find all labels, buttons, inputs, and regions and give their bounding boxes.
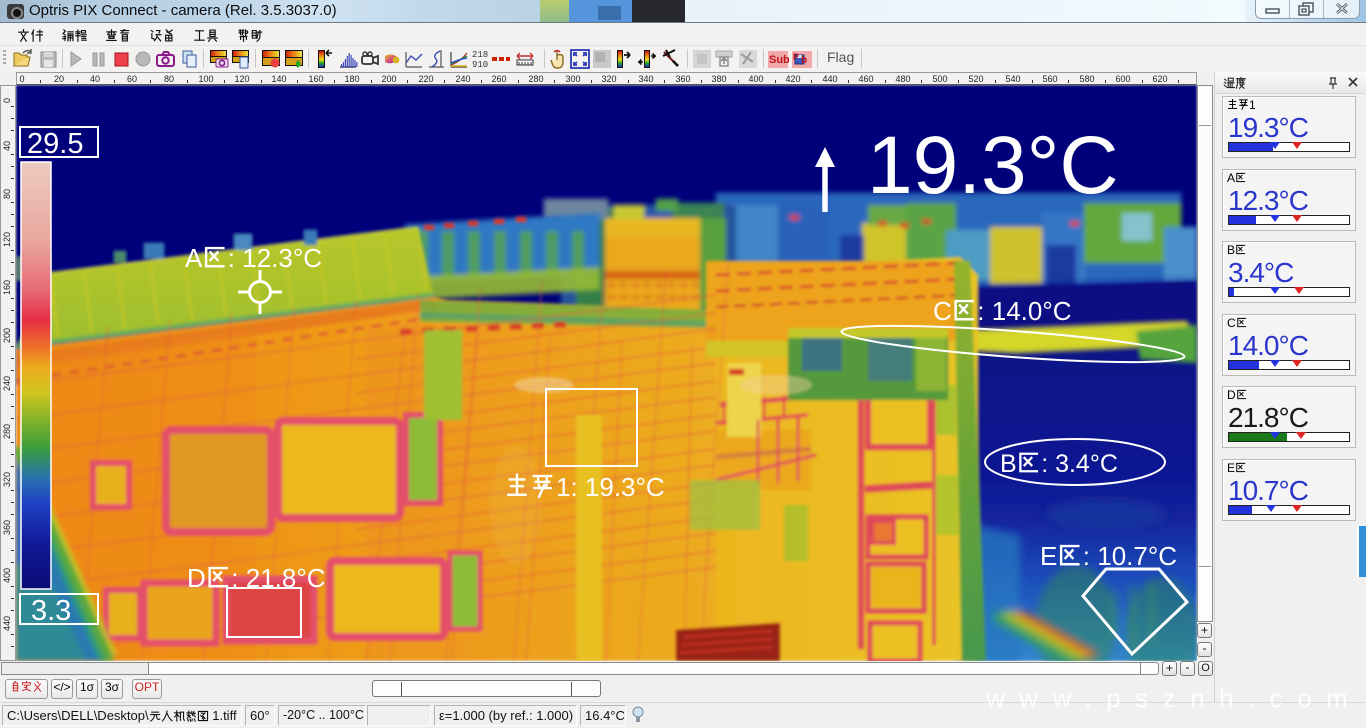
svg-text:P: P [793,52,799,62]
svg-text:19.3°C: 19.3°C [867,120,1119,211]
svg-text:29.5: 29.5 [27,128,83,160]
svg-text:E: E [1040,541,1057,571]
svg-text:b: b [801,55,807,66]
svg-text:: 10.7°C: : 10.7°C [1083,541,1177,571]
svg-text:: 12.3°C: : 12.3°C [228,243,322,273]
svg-text:3.3: 3.3 [31,595,71,627]
svg-text:D: D [187,563,206,593]
svg-text:1: 19.3°C: 1: 19.3°C [556,472,665,502]
svg-text:: 14.0°C: : 14.0°C [977,296,1071,326]
svg-text:910: 910 [472,60,488,70]
svg-text:218: 218 [472,50,488,60]
svg-text:: 21.8°C: : 21.8°C [231,563,325,593]
svg-text:A: A [185,243,203,273]
svg-text:B: B [1000,450,1017,478]
svg-text:C: C [933,296,952,326]
svg-text:Sub: Sub [769,54,789,66]
svg-text:: 3.4°C: : 3.4°C [1041,450,1118,478]
